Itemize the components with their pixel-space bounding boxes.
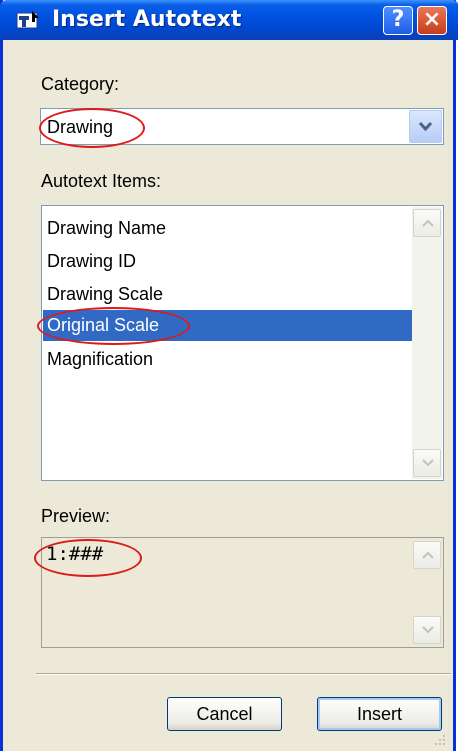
chevron-down-icon[interactable] (409, 110, 442, 143)
list-item[interactable]: Magnification (43, 344, 414, 375)
list-item-selected[interactable]: Original Scale (43, 310, 414, 341)
list-scrollbar[interactable] (412, 207, 442, 479)
title-bar[interactable]: Insert Autotext ? × (0, 0, 458, 40)
category-label: Category: (41, 74, 120, 94)
scroll-up-icon[interactable] (413, 209, 441, 237)
list-item[interactable]: Drawing Scale (43, 279, 414, 310)
preview-scrollbar[interactable] (412, 539, 442, 646)
preview-label: Preview: (41, 506, 111, 526)
divider (36, 673, 451, 675)
window-app-icon (16, 11, 39, 29)
scroll-up-icon[interactable] (413, 541, 441, 569)
preview-field: 1:### (41, 537, 444, 648)
scroll-down-icon[interactable] (413, 616, 441, 644)
preview-value: 1:### (46, 543, 104, 565)
autotext-items-list[interactable]: Drawing Name Drawing ID Drawing Scale Or… (41, 205, 444, 481)
close-button[interactable]: × (417, 6, 447, 35)
autotext-items-label: Autotext Items: (41, 171, 162, 191)
scroll-down-icon[interactable] (413, 449, 441, 477)
window-title: Insert Autotext (52, 7, 242, 32)
category-value: Drawing (47, 117, 114, 137)
list-item[interactable]: Drawing ID (43, 246, 414, 277)
resize-grip-icon[interactable] (433, 733, 447, 747)
cancel-button[interactable]: Cancel (167, 697, 282, 731)
help-button[interactable]: ? (383, 6, 413, 35)
insert-button[interactable]: Insert (317, 697, 442, 731)
category-dropdown[interactable]: Drawing (40, 108, 444, 145)
list-item[interactable]: Drawing Name (43, 213, 414, 244)
insert-autotext-dialog: Insert Autotext ? × Category: Drawing Au… (0, 0, 458, 751)
